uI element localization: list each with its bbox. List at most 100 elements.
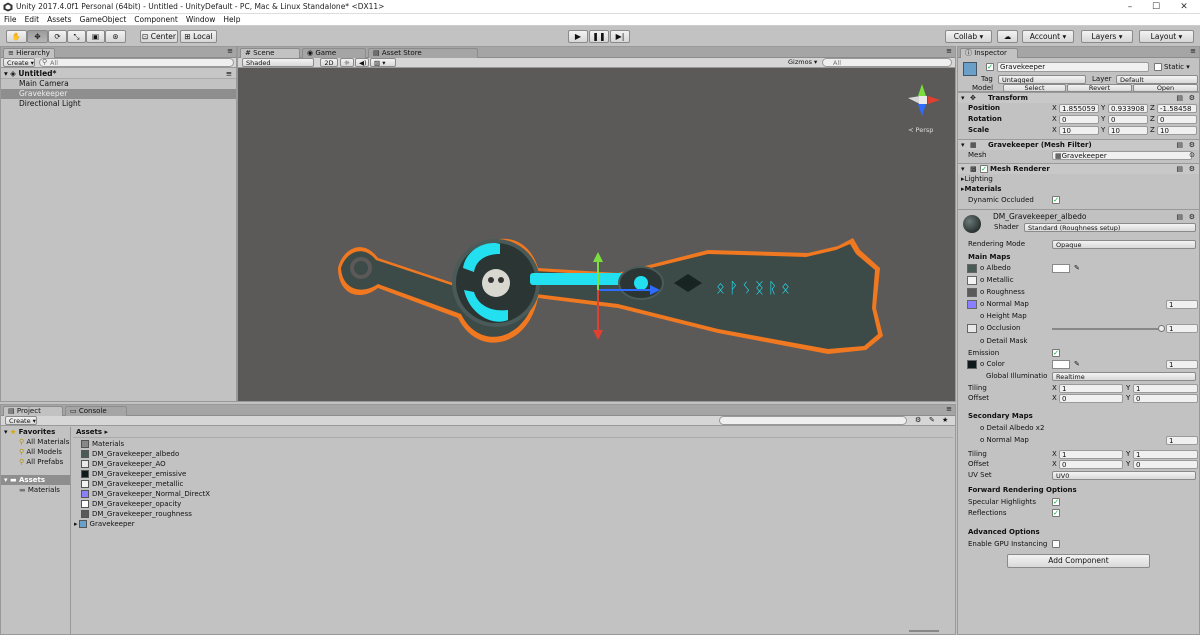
tab-asset-store[interactable]: ▤ Asset Store: [368, 48, 478, 58]
help-book-icon[interactable]: ▤: [1176, 140, 1183, 150]
roughness-texture-slot[interactable]: [967, 288, 977, 297]
asset-item[interactable]: DM_Gravekeeper_metallic: [81, 479, 953, 489]
play-button[interactable]: ▶: [568, 30, 588, 43]
asset-item[interactable]: DM_Gravekeeper_opacity: [81, 499, 953, 509]
hierarchy-create-button[interactable]: Create ▾: [3, 58, 35, 67]
menu-assets[interactable]: Assets: [43, 14, 75, 26]
z-axis-label[interactable]: Z: [1150, 125, 1155, 135]
z-value-field[interactable]: 10: [1157, 126, 1197, 135]
tab-game[interactable]: ◉ Game: [302, 48, 366, 58]
effects-dropdown[interactable]: ▨ ▾: [370, 58, 396, 67]
tag-dropdown[interactable]: Untagged: [998, 75, 1086, 84]
cloud-button[interactable]: ☁: [997, 30, 1018, 43]
component-gear-icon[interactable]: ⚙: [1189, 212, 1195, 222]
gizmo-neg-x-cone-icon[interactable]: [908, 96, 920, 104]
hierarchy-item-gravekeeper[interactable]: Gravekeeper: [1, 89, 236, 99]
project-create-button[interactable]: Create ▾: [5, 416, 37, 425]
panel-menu-icon[interactable]: ≡: [227, 47, 233, 55]
help-book-icon[interactable]: ▤: [1176, 164, 1183, 174]
project-search-input[interactable]: [719, 416, 907, 425]
search-by-type-icon[interactable]: ⚙: [915, 416, 921, 424]
panel-menu-icon[interactable]: ≡: [946, 47, 952, 55]
tiling-x-field[interactable]: 1: [1059, 384, 1123, 393]
uv-set-dropdown[interactable]: UV0: [1052, 471, 1196, 480]
object-name-field[interactable]: Gravekeeper: [997, 62, 1149, 72]
gpu-instancing-checkbox[interactable]: [1052, 540, 1060, 548]
menu-component[interactable]: Component: [130, 14, 182, 26]
close-button[interactable]: ✕: [1172, 1, 1196, 13]
gizmo-x-arrow-icon[interactable]: [593, 330, 603, 340]
emission-intensity-field[interactable]: 1: [1166, 360, 1198, 369]
x-axis-label[interactable]: X: [1052, 125, 1057, 135]
rotate-tool-button[interactable]: ⟳: [48, 30, 67, 43]
rendering-mode-dropdown[interactable]: Opaque: [1052, 240, 1196, 249]
pivot-center-button[interactable]: ⊡ Center: [140, 30, 178, 43]
favorite-all-prefabs[interactable]: ⚲ All Prefabs: [1, 457, 70, 467]
albedo-color-field[interactable]: [1052, 264, 1070, 273]
scene-menu-icon[interactable]: ≡: [226, 68, 232, 79]
z-axis-label[interactable]: Z: [1150, 114, 1155, 124]
asset-item[interactable]: DM_Gravekeeper_emissive: [81, 469, 953, 479]
asset-item[interactable]: ▸ Gravekeeper: [74, 519, 953, 529]
materials-foldout[interactable]: ▸Materials: [961, 184, 1001, 194]
occlusion-slider-track[interactable]: [1052, 328, 1162, 330]
albedo-texture-slot[interactable]: [967, 264, 977, 273]
menu-window[interactable]: Window: [182, 14, 220, 26]
account-dropdown[interactable]: Account ▾: [1022, 30, 1074, 43]
breadcrumb[interactable]: Assets ▸: [73, 427, 953, 438]
transform-header[interactable]: ▾ ✥ Transform ▤ ⚙: [958, 92, 1199, 103]
layout-dropdown[interactable]: Layout ▾: [1139, 30, 1194, 43]
search-by-label-icon[interactable]: ✎: [929, 416, 935, 424]
mesh-filter-header[interactable]: ▾ ▦ Gravekeeper (Mesh Filter) ▤ ⚙: [958, 139, 1199, 150]
tiling2-y-field[interactable]: 1: [1133, 450, 1198, 459]
gizmo-y-arrow-icon[interactable]: [593, 252, 603, 262]
favorite-all-models[interactable]: ⚲ All Models: [1, 447, 70, 457]
tab-project[interactable]: ▤ Project: [3, 406, 63, 416]
lighting-toggle[interactable]: ☼: [340, 58, 354, 67]
menu-file[interactable]: File: [0, 14, 21, 26]
static-checkbox[interactable]: [1154, 63, 1162, 71]
mesh-object-field[interactable]: ▦Gravekeeper: [1052, 151, 1192, 160]
layers-dropdown[interactable]: Layers ▾: [1081, 30, 1133, 43]
scene-orientation-gizmo[interactable]: [898, 70, 950, 130]
x-value-field[interactable]: 1.855059: [1059, 104, 1099, 113]
model-select-button[interactable]: Select: [1003, 84, 1066, 92]
y-value-field[interactable]: 0: [1108, 115, 1148, 124]
add-component-button[interactable]: Add Component: [1007, 554, 1150, 568]
emission-color-field[interactable]: [1052, 360, 1070, 369]
active-checkbox[interactable]: ✓: [986, 63, 994, 71]
menu-help[interactable]: Help: [219, 14, 244, 26]
z-axis-label[interactable]: Z: [1150, 103, 1155, 113]
gizmo-y-cone-icon[interactable]: [918, 84, 926, 96]
transform-tool-button[interactable]: ⊛: [105, 30, 126, 43]
hierarchy-item-main-camera[interactable]: Main Camera: [1, 79, 236, 89]
favorite-all-materials[interactable]: ⚲ All Materials: [1, 437, 70, 447]
menu-gameobject[interactable]: GameObject: [76, 14, 131, 26]
asset-item[interactable]: Materials: [81, 439, 953, 449]
x-value-field[interactable]: 0: [1059, 115, 1099, 124]
y-axis-label[interactable]: Y: [1101, 114, 1105, 124]
offset2-y-field[interactable]: 0: [1133, 460, 1198, 469]
gizmo-z-cone-icon[interactable]: [918, 104, 926, 116]
x-axis-label[interactable]: X: [1052, 114, 1057, 124]
tiling2-x-field[interactable]: 1: [1059, 450, 1123, 459]
y-value-field[interactable]: 10: [1108, 126, 1148, 135]
tiling-y-field[interactable]: 1: [1133, 384, 1198, 393]
scale-tool-button[interactable]: ⤡: [67, 30, 86, 43]
detail-normal-scale-field[interactable]: 1: [1166, 436, 1198, 445]
audio-toggle[interactable]: ◀): [355, 58, 369, 67]
renderer-enabled-checkbox[interactable]: ✓: [980, 165, 988, 173]
minimize-button[interactable]: –: [1118, 1, 1142, 13]
gizmo-x-cone-icon[interactable]: [928, 96, 940, 104]
gizmos-dropdown[interactable]: Gizmos ▾: [788, 58, 817, 67]
model-revert-button[interactable]: Revert: [1067, 84, 1132, 92]
emission-checkbox[interactable]: ✓: [1052, 349, 1060, 357]
2d-toggle[interactable]: 2D: [320, 58, 338, 67]
materials-folder[interactable]: ▬ Materials: [1, 485, 70, 495]
tab-hierarchy[interactable]: ≡ Hierarchy: [3, 48, 55, 58]
tab-console[interactable]: ▭ Console: [65, 406, 127, 416]
collab-button[interactable]: Collab ▾: [945, 30, 992, 43]
asset-item[interactable]: DM_Gravekeeper_roughness: [81, 509, 953, 519]
collapsed-arrow-icon[interactable]: ▸: [74, 520, 78, 528]
step-button[interactable]: ▶|: [610, 30, 630, 43]
